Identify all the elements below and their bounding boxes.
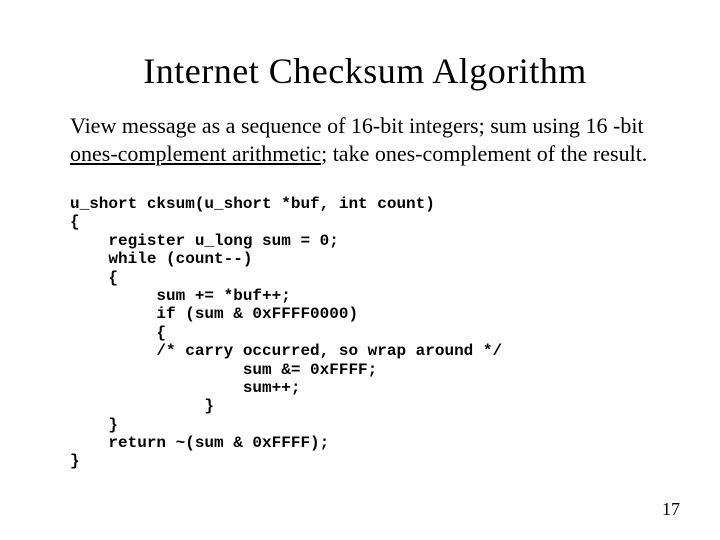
code-block: u_short cksum(u_short *buf, int count) {… (70, 195, 660, 471)
page-number: 17 (662, 499, 680, 520)
desc-text-underlined: ones-complement arithmetic (70, 141, 321, 166)
desc-text-pre: View message as a sequence of 16-bit int… (70, 113, 644, 138)
description-paragraph: View message as a sequence of 16-bit int… (70, 112, 660, 167)
desc-text-post: ; take ones-complement of the result. (321, 141, 647, 166)
slide-title: Internet Checksum Algorithm (70, 50, 660, 92)
slide: Internet Checksum Algorithm View message… (0, 0, 720, 540)
